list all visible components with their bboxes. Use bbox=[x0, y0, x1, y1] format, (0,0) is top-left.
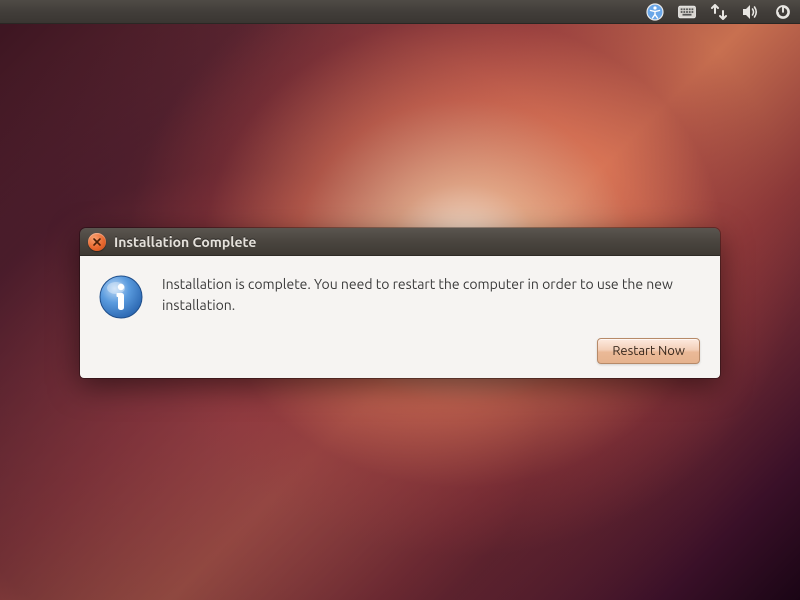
dialog-message: Installation is complete. You need to re… bbox=[162, 274, 700, 316]
info-icon bbox=[98, 274, 144, 320]
installation-complete-dialog: Installation Complete Installation bbox=[80, 228, 720, 378]
power-icon[interactable] bbox=[774, 3, 792, 21]
dialog-titlebar[interactable]: Installation Complete bbox=[80, 228, 720, 256]
network-icon[interactable] bbox=[710, 3, 728, 21]
dialog-body: Installation is complete. You need to re… bbox=[80, 256, 720, 378]
top-panel bbox=[0, 0, 800, 24]
volume-icon[interactable] bbox=[742, 3, 760, 21]
accessibility-icon[interactable] bbox=[646, 3, 664, 21]
restart-now-button[interactable]: Restart Now bbox=[597, 338, 700, 364]
close-button[interactable] bbox=[88, 233, 106, 251]
dialog-title: Installation Complete bbox=[114, 234, 256, 250]
keyboard-icon[interactable] bbox=[678, 3, 696, 21]
